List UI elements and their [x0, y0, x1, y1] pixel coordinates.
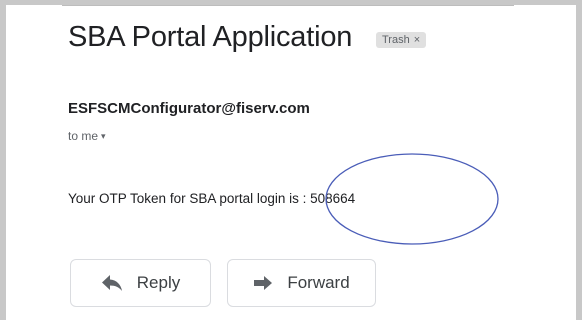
remove-label-icon[interactable]: ×: [414, 34, 420, 46]
recipient-text: to me: [68, 129, 99, 143]
divider: [62, 5, 514, 6]
recipient-details-toggle[interactable]: to me ▾: [68, 129, 106, 143]
email-view: SBA Portal Application Trash × ESFSCMConf…: [6, 5, 576, 320]
email-subject: SBA Portal Application: [68, 21, 353, 53]
email-body: Your OTP Token for SBA portal login is :…: [68, 191, 356, 206]
frame-right-border: [576, 0, 582, 320]
reply-arrow-icon: [101, 275, 122, 291]
forward-arrow-icon: [254, 276, 273, 290]
label-text: Trash: [382, 34, 410, 46]
forward-label: Forward: [287, 273, 350, 292]
sender-address: ESFSCMConfigurator@fiserv.com: [68, 100, 310, 117]
forward-button[interactable]: Forward: [227, 259, 376, 307]
reply-button[interactable]: Reply: [70, 259, 211, 307]
chevron-down-icon[interactable]: ▾: [101, 131, 106, 141]
trash-label-chip[interactable]: Trash ×: [376, 32, 427, 48]
reply-label: Reply: [136, 273, 181, 292]
